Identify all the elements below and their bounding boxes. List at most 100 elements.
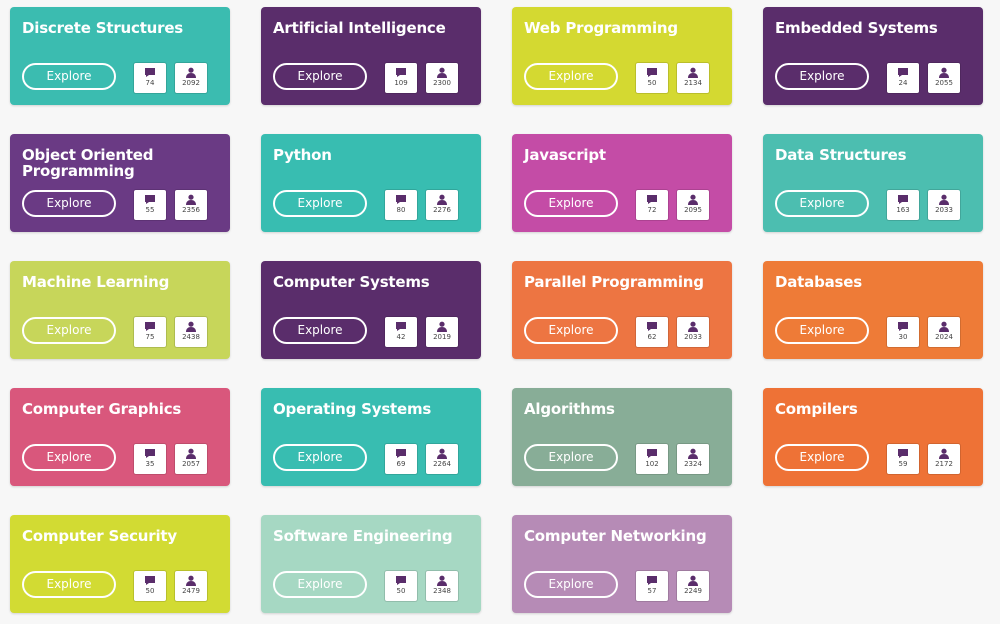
users-stat[interactable]: 2033 [928,190,960,220]
comments-stat[interactable]: 62 [636,317,668,347]
comments-count: 109 [394,79,408,87]
explore-button[interactable]: Explore [273,444,367,471]
comment-icon-shape [898,68,908,77]
explore-button[interactable]: Explore [524,444,618,471]
users-count: 2019 [433,333,451,341]
comments-stat[interactable]: 102 [636,444,668,474]
comment-icon-shape [647,195,657,204]
users-stat[interactable]: 2057 [175,444,207,474]
explore-button[interactable]: Explore [22,190,116,217]
comments-count: 50 [396,587,406,595]
course-title: Computer Networking [524,527,707,545]
users-stat[interactable]: 2024 [928,317,960,347]
course-card: Databases Explore 30 2024 [763,261,983,359]
user-icon [426,575,458,586]
users-stat[interactable]: 2300 [426,63,458,93]
user-icon [426,194,458,205]
user-icon-shape [688,194,698,205]
course-title: Databases [775,273,862,291]
users-stat[interactable]: 2249 [677,571,709,601]
comments-stat[interactable]: 109 [385,63,417,93]
explore-button[interactable]: Explore [273,317,367,344]
users-stat[interactable]: 2348 [426,571,458,601]
comment-icon-shape [396,195,406,204]
explore-button[interactable]: Explore [273,63,367,90]
explore-button[interactable]: Explore [775,317,869,344]
comments-stat[interactable]: 80 [385,190,417,220]
users-stat[interactable]: 2095 [677,190,709,220]
explore-button[interactable]: Explore [273,571,367,598]
users-stat[interactable]: 2438 [175,317,207,347]
comment-icon-shape [647,576,657,585]
comment-icon [636,448,668,459]
comments-stat[interactable]: 42 [385,317,417,347]
comments-stat[interactable]: 163 [887,190,919,220]
explore-button[interactable]: Explore [22,317,116,344]
explore-button[interactable]: Explore [524,190,618,217]
comment-icon [887,321,919,332]
explore-button[interactable]: Explore [524,571,618,598]
users-stat[interactable]: 2019 [426,317,458,347]
comments-count: 75 [145,333,155,341]
comments-stat[interactable]: 69 [385,444,417,474]
comment-icon [636,575,668,586]
users-count: 2276 [433,206,451,214]
comments-stat[interactable]: 50 [134,571,166,601]
comments-stat[interactable]: 75 [134,317,166,347]
users-count: 2348 [433,587,451,595]
course-card: Python Explore 80 2276 [261,134,481,232]
explore-button[interactable]: Explore [273,190,367,217]
comment-icon-shape [396,322,406,331]
comments-stat[interactable]: 24 [887,63,919,93]
explore-button[interactable]: Explore [524,317,618,344]
comments-stat[interactable]: 30 [887,317,919,347]
users-stat[interactable]: 2324 [677,444,709,474]
explore-button[interactable]: Explore [775,63,869,90]
comment-icon-shape [145,449,155,458]
comments-count: 74 [145,79,155,87]
users-stat[interactable]: 2276 [426,190,458,220]
user-icon-shape [437,448,447,459]
explore-button[interactable]: Explore [775,190,869,217]
users-count: 2324 [684,460,702,468]
users-stat[interactable]: 2092 [175,63,207,93]
comments-stat[interactable]: 59 [887,444,919,474]
explore-button[interactable]: Explore [22,444,116,471]
comments-stat[interactable]: 57 [636,571,668,601]
users-stat[interactable]: 2264 [426,444,458,474]
users-count: 2095 [684,206,702,214]
users-stat[interactable]: 2134 [677,63,709,93]
explore-button[interactable]: Explore [22,571,116,598]
course-title: Object Oriented Programming [22,146,154,180]
users-stat[interactable]: 2479 [175,571,207,601]
course-title: Operating Systems [273,400,432,418]
comments-stat[interactable]: 72 [636,190,668,220]
users-stat[interactable]: 2356 [175,190,207,220]
comment-icon [134,67,166,78]
users-stat[interactable]: 2033 [677,317,709,347]
comments-stat[interactable]: 50 [636,63,668,93]
course-card: Discrete Structures Explore 74 2092 [10,7,230,105]
users-count: 2249 [684,587,702,595]
explore-button[interactable]: Explore [22,63,116,90]
users-stat[interactable]: 2055 [928,63,960,93]
comments-stat[interactable]: 35 [134,444,166,474]
user-icon [677,67,709,78]
comment-icon-shape [898,195,908,204]
course-card: Operating Systems Explore 69 2264 [261,388,481,486]
comments-stat[interactable]: 50 [385,571,417,601]
comments-stat[interactable]: 74 [134,63,166,93]
users-count: 2264 [433,460,451,468]
user-icon [426,321,458,332]
comments-stat[interactable]: 55 [134,190,166,220]
explore-button[interactable]: Explore [775,444,869,471]
user-icon-shape [186,67,196,78]
user-icon [677,194,709,205]
comments-count: 72 [647,206,657,214]
comments-count: 62 [647,333,657,341]
explore-button[interactable]: Explore [524,63,618,90]
comments-count: 24 [898,79,908,87]
course-title: Computer Systems [273,273,430,291]
course-card: Object Oriented Programming Explore 55 2356 [10,134,230,232]
users-stat[interactable]: 2172 [928,444,960,474]
